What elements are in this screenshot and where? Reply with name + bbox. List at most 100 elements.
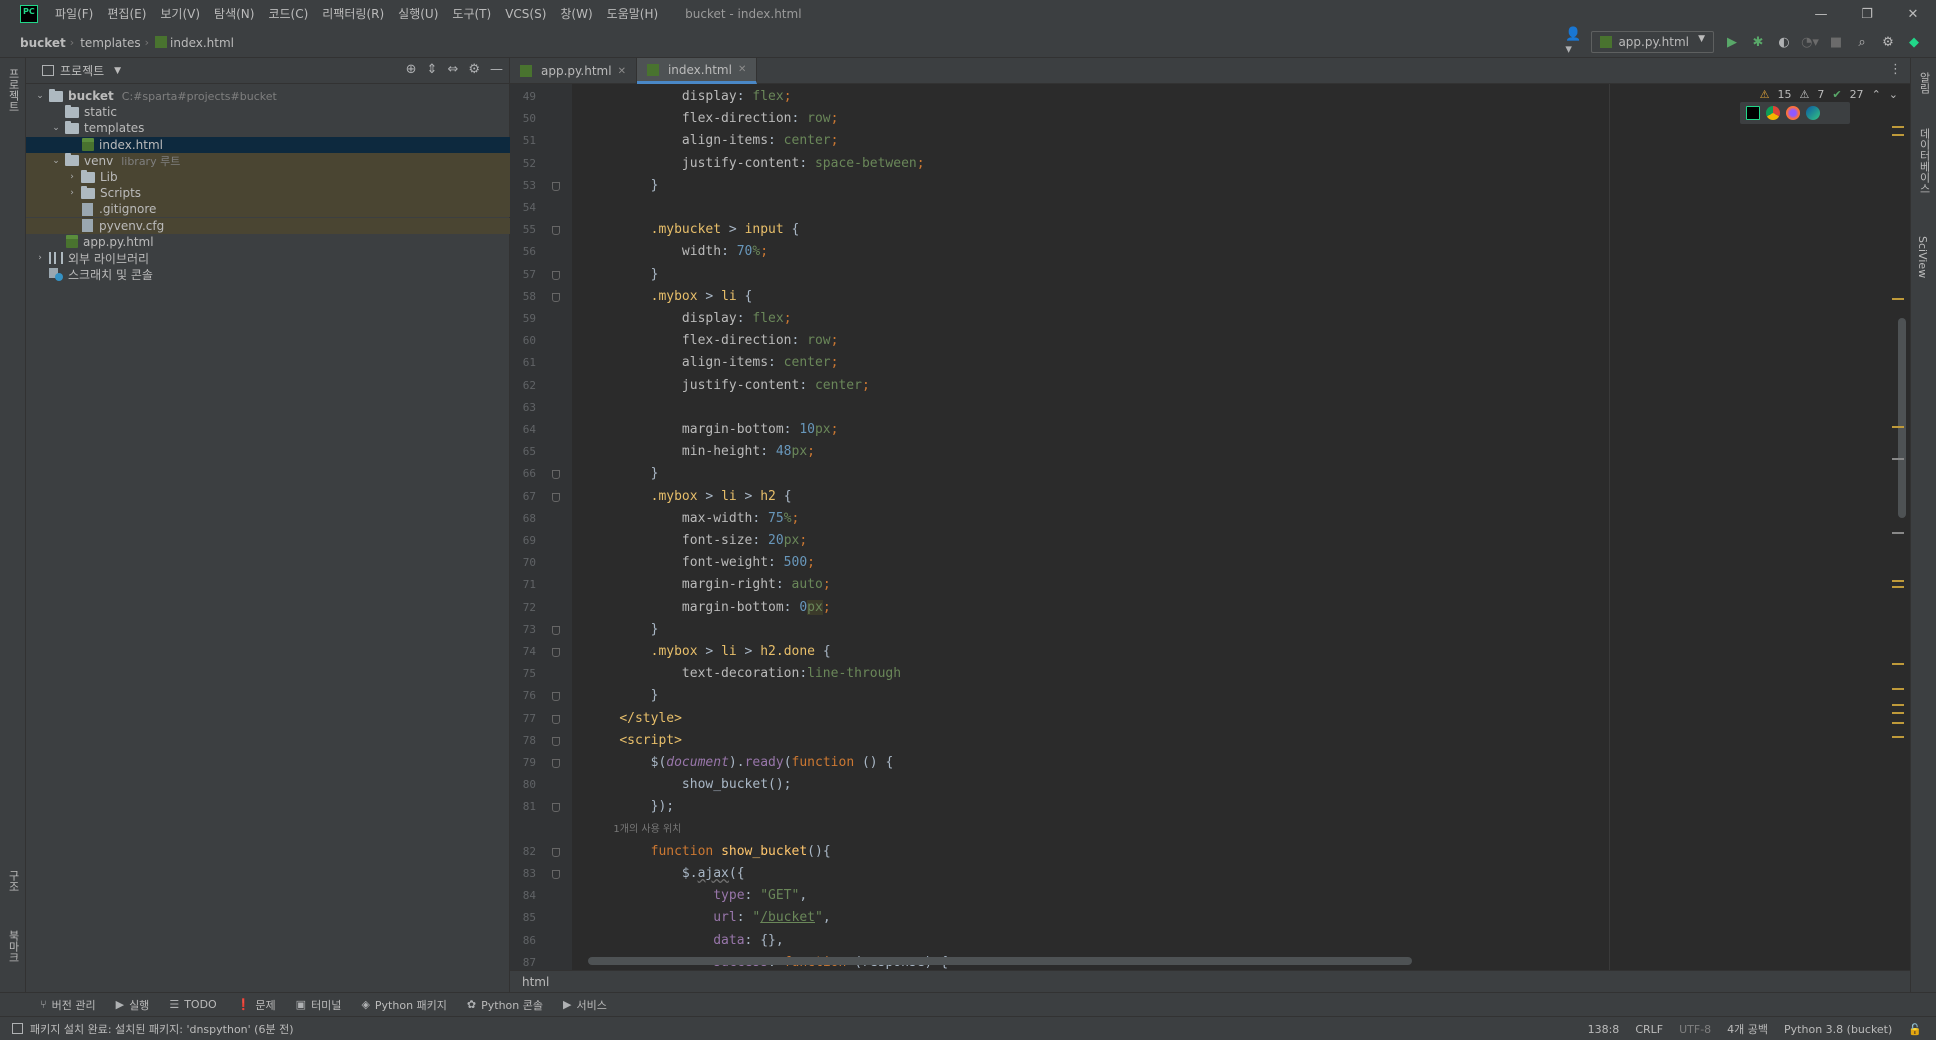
chevron-down-icon[interactable]: ⌄ <box>50 123 62 133</box>
code-line[interactable]: function show_bucket(){ <box>588 841 831 863</box>
expand-all-icon[interactable]: ⇕ <box>427 62 438 77</box>
fold-icon[interactable] <box>552 181 560 191</box>
gear-icon[interactable]: ⚙ <box>1880 34 1896 50</box>
close-icon[interactable]: ✕ <box>618 66 626 77</box>
close-icon[interactable]: ✕ <box>1890 0 1936 28</box>
code-line[interactable]: display: flex; <box>588 308 792 330</box>
error-stripe-mark[interactable] <box>1892 126 1904 128</box>
error-stripe-mark[interactable] <box>1892 704 1904 706</box>
code-line[interactable]: text-decoration:line-through <box>588 663 901 685</box>
code-line[interactable]: } <box>588 463 659 485</box>
code-line[interactable]: data: {}, <box>588 930 783 952</box>
indent-setting[interactable]: 4개 공백 <box>1727 1021 1768 1037</box>
hide-icon[interactable]: — <box>490 62 503 77</box>
error-stripe-mark[interactable] <box>1892 688 1904 690</box>
code-line[interactable]: show_bucket(); <box>588 774 792 796</box>
lock-icon[interactable]: 🔓 <box>1908 1023 1922 1036</box>
stop-icon[interactable]: ■ <box>1828 34 1844 50</box>
fold-icon[interactable] <box>552 736 560 746</box>
caret-position[interactable]: 138:8 <box>1588 1023 1620 1036</box>
tree-item[interactable]: index.html <box>26 136 510 153</box>
search-icon[interactable]: ⌕ <box>1854 34 1870 50</box>
code-line[interactable]: }); <box>588 796 674 818</box>
chevron-down-icon[interactable]: ▼ <box>114 66 121 76</box>
menu-item[interactable]: 파일(F) <box>48 0 100 28</box>
chevron-right-icon[interactable]: › <box>34 253 46 263</box>
tool-window-button[interactable]: ❗ 문제 <box>237 997 276 1013</box>
tree-item[interactable]: ⌄ venv library 루트 <box>26 152 510 169</box>
restore-icon[interactable]: ❐ <box>1844 0 1890 28</box>
structure-tool-button[interactable]: 구조 <box>5 870 21 892</box>
gear-icon[interactable]: ⚙ <box>468 62 480 77</box>
tree-item[interactable]: ⌄ bucket C:#sparta#projects#bucket <box>26 88 510 104</box>
code-line[interactable]: } <box>588 685 659 707</box>
status-message[interactable]: 패키지 설치 완료: 설치된 패키지: 'dnspython' (6분 전) <box>30 1021 293 1037</box>
error-stripe-mark[interactable] <box>1892 134 1904 136</box>
tree-item[interactable]: static <box>26 104 510 120</box>
fold-icon[interactable] <box>552 270 560 280</box>
profile-icon[interactable]: ◔▾ <box>1801 34 1819 50</box>
notifications-tool-button[interactable]: 알림 <box>1916 72 1932 94</box>
fold-icon[interactable] <box>552 292 560 302</box>
chevron-down-icon[interactable]: ⌄ <box>50 156 62 166</box>
chevron-down-icon[interactable]: ⌄ <box>1889 88 1898 101</box>
fold-icon[interactable] <box>552 870 560 879</box>
more-icon[interactable]: ⋮ <box>1889 62 1902 77</box>
breadcrumb-file[interactable]: index.html <box>149 35 234 50</box>
edge-icon[interactable] <box>1806 106 1820 120</box>
editor-tab[interactable]: app.py.html ✕ <box>510 58 637 84</box>
tree-item[interactable]: pyvenv.cfg <box>26 217 510 234</box>
tree-item[interactable]: 스크래치 및 콘솔 <box>26 266 510 282</box>
python-interpreter[interactable]: Python 3.8 (bucket) <box>1784 1023 1892 1036</box>
menu-item[interactable]: 실행(U) <box>391 0 445 28</box>
tool-window-button[interactable]: ⑂ 버전 관리 <box>40 997 96 1013</box>
locate-icon[interactable]: ⊕ <box>406 62 417 77</box>
code-line[interactable]: align-items: center; <box>588 352 839 374</box>
menu-item[interactable]: 도구(T) <box>445 0 498 28</box>
fold-icon[interactable] <box>552 625 560 635</box>
error-stripe-mark[interactable] <box>1892 458 1904 460</box>
error-stripe-mark[interactable] <box>1892 532 1904 534</box>
menu-item[interactable]: 창(W) <box>553 0 599 28</box>
error-stripe-mark[interactable] <box>1892 298 1904 300</box>
tool-window-button[interactable]: ▣ 터미널 <box>296 997 342 1013</box>
panel-toggle-icon[interactable] <box>12 1023 23 1034</box>
firefox-icon[interactable] <box>1786 106 1800 120</box>
code-line[interactable]: $(document).ready(function () { <box>588 752 894 774</box>
tree-item[interactable]: ⌄ templates <box>26 120 510 136</box>
error-stripe-mark[interactable] <box>1892 736 1904 738</box>
code-line[interactable]: margin-bottom: 0px; <box>588 597 831 619</box>
code-line[interactable]: url: "/bucket", <box>588 907 830 929</box>
error-stripe-mark[interactable] <box>1892 580 1904 582</box>
jetbrains-icon[interactable]: ◆ <box>1906 34 1922 50</box>
error-stripe-mark[interactable] <box>1892 663 1904 665</box>
code-line[interactable]: } <box>588 264 659 286</box>
code-line[interactable]: align-items: center; <box>588 130 839 152</box>
error-stripe-mark[interactable] <box>1892 586 1904 588</box>
code-line[interactable]: .mybucket > input { <box>588 219 800 241</box>
code-line[interactable]: type: "GET", <box>588 885 807 907</box>
code-line[interactable]: display: flex; <box>588 86 792 108</box>
editor-tab[interactable]: index.html ✕ <box>636 58 758 84</box>
menu-item[interactable]: 탐색(N) <box>207 0 261 28</box>
tool-window-button[interactable]: ☰ TODO <box>169 998 216 1011</box>
chevron-up-icon[interactable]: ⌃ <box>1872 88 1881 101</box>
chrome-icon[interactable] <box>1766 106 1780 120</box>
menu-item[interactable]: 편집(E) <box>100 0 153 28</box>
project-panel-title[interactable]: 프로젝트 <box>60 62 104 79</box>
run-icon[interactable]: ▶ <box>1724 34 1740 50</box>
tool-window-button[interactable]: ✿ Python 콘솔 <box>467 997 543 1013</box>
fold-icon[interactable] <box>552 803 560 813</box>
menu-item[interactable]: 리팩터링(R) <box>315 0 391 28</box>
code-line[interactable]: </style> <box>588 708 682 730</box>
fold-icon[interactable] <box>552 226 560 236</box>
menu-item[interactable]: VCS(S) <box>498 0 553 28</box>
editor-breadcrumb-footer[interactable]: html <box>510 970 1910 992</box>
sciview-tool-button[interactable]: SciView <box>1916 236 1929 278</box>
code-line[interactable]: width: 70%; <box>588 241 768 263</box>
run-config-select[interactable]: app.py.html ▼ <box>1591 31 1714 53</box>
code-line[interactable]: flex-direction: row; <box>588 330 839 352</box>
tree-item[interactable]: › Scripts <box>26 185 510 202</box>
line-separator[interactable]: CRLF <box>1635 1023 1663 1036</box>
debug-icon[interactable]: ✱ <box>1750 34 1766 50</box>
